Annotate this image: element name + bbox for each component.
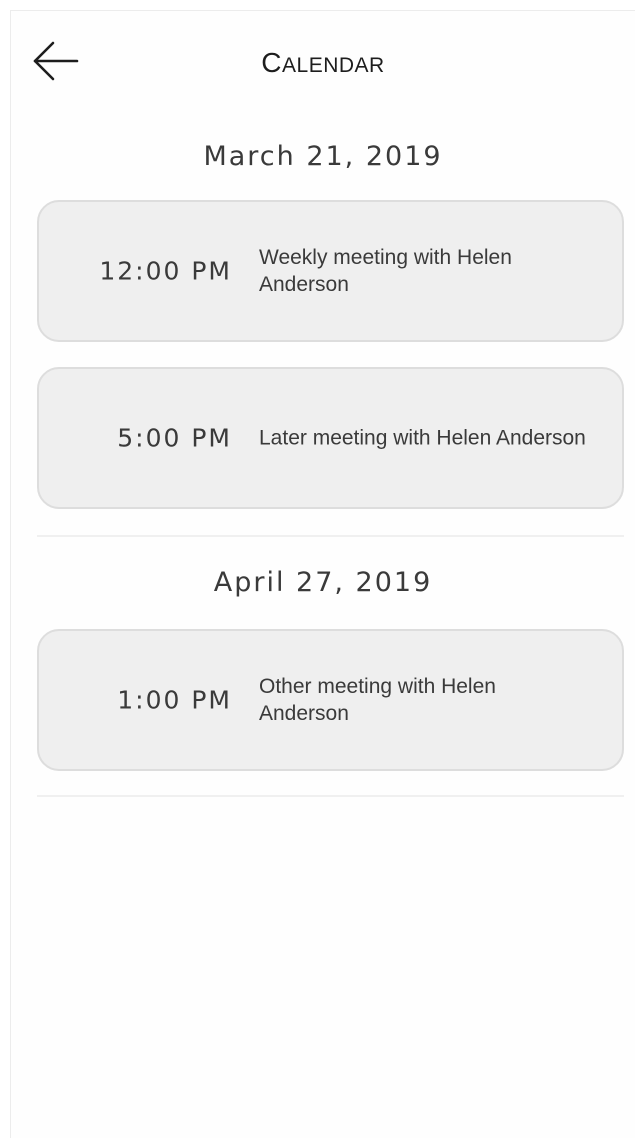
event-card[interactable]: 1:00 PM Other meeting with Helen Anderso…: [37, 629, 624, 771]
event-time: 5:00 PM: [117, 423, 232, 453]
event-title: Later meeting with Helen Anderson: [259, 426, 586, 450]
page-title-initial: C: [261, 47, 283, 78]
event-time: 1:00 PM: [117, 685, 232, 715]
page-title-rest: ALENDAR: [282, 54, 385, 77]
event-card[interactable]: 5:00 PM Later meeting with Helen Anderso…: [37, 367, 624, 509]
event-time: 12:00 PM: [99, 256, 232, 286]
date-heading: March 21, 2019: [203, 141, 443, 172]
header: CALENDAR: [11, 11, 635, 111]
date-heading: April 27, 2019: [213, 567, 433, 598]
event-card[interactable]: 12:00 PM Weekly meeting with Helen Ander…: [37, 200, 624, 342]
event-title: Other meeting with Helen Anderson: [259, 675, 496, 725]
divider: [37, 535, 624, 537]
calendar-screen: CALENDAR March 21, 2019 12:00 PM Weekly …: [10, 10, 635, 1138]
page-title: CALENDAR: [11, 47, 635, 79]
event-title: Weekly meeting with Helen Anderson: [259, 246, 512, 296]
divider: [37, 795, 624, 797]
